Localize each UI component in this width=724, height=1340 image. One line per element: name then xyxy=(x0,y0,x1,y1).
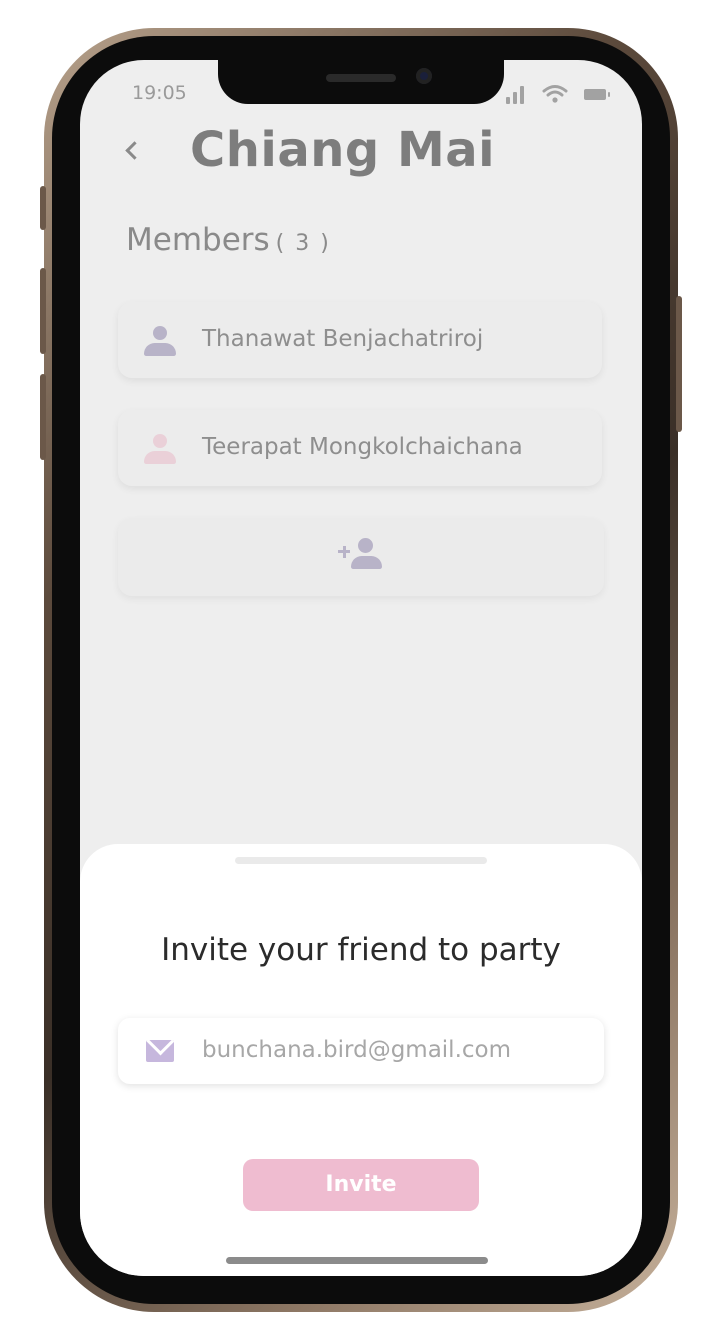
volume-down-button xyxy=(40,374,46,460)
wifi-icon xyxy=(542,85,568,103)
speaker xyxy=(326,74,396,82)
member-name: Thanawat Benjachatriroj xyxy=(202,326,484,352)
power-button xyxy=(676,296,682,432)
member-card-teerapat[interactable]: Teerapat Mongkolchaichana xyxy=(118,410,602,486)
camera xyxy=(416,68,432,84)
notch xyxy=(218,60,504,104)
add-member-button[interactable] xyxy=(118,518,604,596)
mail-icon xyxy=(146,1040,174,1062)
volume-up-button xyxy=(40,268,46,354)
signal-icon xyxy=(506,84,530,104)
chevron-left-icon xyxy=(125,141,144,160)
mute-switch xyxy=(40,186,46,230)
member-card-thanawat[interactable]: Thanawat Benjachatriroj xyxy=(118,302,602,378)
page-title: Chiang Mai xyxy=(190,122,496,178)
invite-bottom-sheet: Invite your friend to party bunchana.bir… xyxy=(80,844,642,1276)
members-heading: Members( 3 ) xyxy=(126,222,331,258)
email-input[interactable]: bunchana.bird@gmail.com xyxy=(118,1018,604,1084)
members-count: ( 3 ) xyxy=(275,231,331,256)
members-label: Members xyxy=(126,222,270,258)
person-icon xyxy=(144,326,176,356)
person-icon xyxy=(144,434,176,464)
add-person-icon xyxy=(338,538,386,572)
invite-title: Invite your friend to party xyxy=(161,932,561,968)
email-value: bunchana.bird@gmail.com xyxy=(202,1037,512,1063)
sheet-drag-handle[interactable] xyxy=(235,857,487,864)
status-icons xyxy=(504,84,612,104)
invite-button[interactable]: Invite xyxy=(243,1159,479,1211)
screen: 19:05 Chiang Mai Members( 3 ) Thanawat B… xyxy=(80,60,642,1276)
member-name: Teerapat Mongkolchaichana xyxy=(202,434,523,460)
back-button[interactable] xyxy=(118,134,154,174)
status-time: 19:05 xyxy=(132,82,187,104)
home-indicator xyxy=(226,1257,488,1264)
battery-icon xyxy=(584,89,610,100)
